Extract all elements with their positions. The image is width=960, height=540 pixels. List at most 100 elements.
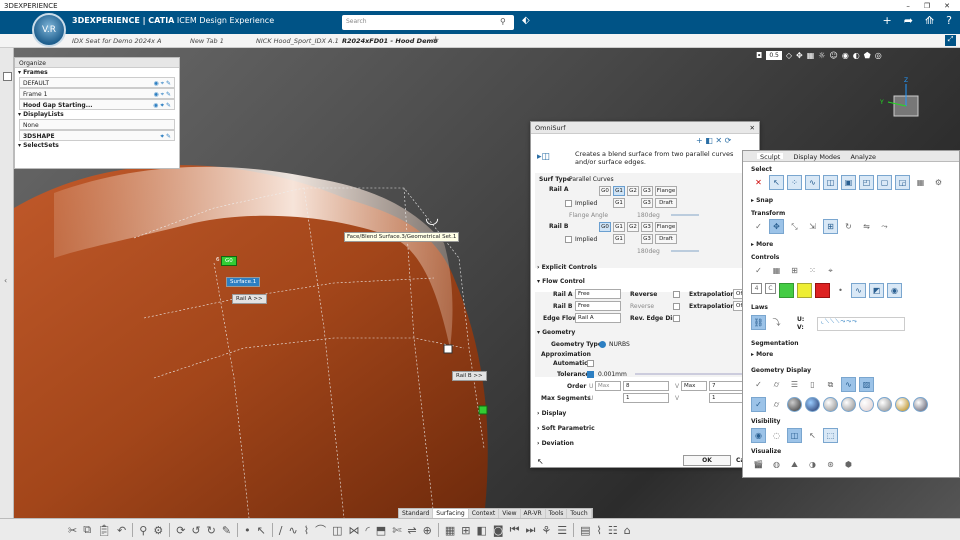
rail-a-angle-slider[interactable]: [671, 214, 699, 216]
select-region-icon[interactable]: ◲: [895, 175, 910, 190]
gd-blue-sphere-icon[interactable]: [805, 397, 820, 412]
collapse-left-icon[interactable]: ‹: [4, 276, 7, 285]
gd-silver-sphere-icon[interactable]: [841, 397, 856, 412]
tab-nick-hood[interactable]: NICK Hood_Sport_IDX A.1: [256, 37, 339, 45]
rail-b-implied-g3[interactable]: G3: [641, 234, 653, 244]
selectsets-section[interactable]: ▾ SelectSets: [15, 141, 179, 150]
controls-yellow-icon[interactable]: [797, 283, 812, 298]
viz-target-icon[interactable]: ⊛: [823, 457, 838, 472]
viz-shape-icon[interactable]: ⬢: [841, 457, 856, 472]
surface-label[interactable]: Surface.1: [226, 277, 261, 287]
shade-icon[interactable]: ◐: [853, 51, 860, 60]
organize-header[interactable]: Organize: [15, 58, 179, 68]
gd-cylinder-icon[interactable]: ⌭: [769, 377, 784, 392]
tab-view[interactable]: View: [499, 509, 521, 518]
rail-a-g2[interactable]: G2: [627, 186, 639, 196]
grid-icon[interactable]: ▦: [807, 51, 815, 60]
copy-icon[interactable]: ⧉: [83, 523, 91, 537]
scale-icon[interactable]: ⇲: [805, 219, 820, 234]
arc-icon[interactable]: ⌒: [315, 522, 326, 538]
rail-b-angle-slider[interactable]: [671, 250, 699, 252]
rail-b-g1[interactable]: G1: [613, 222, 625, 232]
undo-icon[interactable]: ↶: [117, 524, 126, 537]
dialog-tools-icon[interactable]: + ◧ ✕ ⟳: [696, 136, 731, 145]
select-box-icon[interactable]: ▢: [877, 175, 892, 190]
controls-green-icon[interactable]: [779, 283, 794, 298]
face-icon[interactable]: ☺: [829, 51, 837, 60]
order-u-mode[interactable]: Max: [595, 381, 621, 391]
rail-b-label[interactable]: Rail B >>: [452, 371, 487, 381]
list-icon[interactable]: ☰: [557, 524, 567, 537]
broadcast-icon[interactable]: ⟰: [925, 14, 934, 27]
controls-count-v[interactable]: C: [765, 283, 776, 294]
tab-tools[interactable]: Tools: [546, 509, 568, 518]
controls-points-icon[interactable]: ⁙: [805, 263, 820, 278]
viz-scene-icon[interactable]: ⛰: [787, 457, 802, 472]
tree-icon[interactable]: ⚘: [541, 524, 551, 537]
add-icon[interactable]: +: [883, 14, 892, 27]
render-icon[interactable]: ◉: [842, 51, 849, 60]
select-pointer-icon[interactable]: ↖: [769, 175, 784, 190]
g0-badge[interactable]: G0: [221, 256, 237, 266]
undo-arrow-icon[interactable]: ↺: [191, 524, 200, 537]
automatic-checkbox[interactable]: [587, 360, 594, 367]
help-icon[interactable]: ?: [946, 14, 952, 27]
explicit-controls-section[interactable]: › Explicit Controls: [537, 264, 597, 271]
close-icon[interactable]: ✕: [750, 124, 755, 132]
tab-surfacing[interactable]: Surfacing: [433, 509, 469, 518]
displaylists-section[interactable]: ▾ DisplayLists: [15, 110, 179, 119]
tab-sculpt[interactable]: Sculpt: [757, 153, 784, 161]
flow-control-section[interactable]: ▾ Flow Control: [537, 278, 585, 285]
rail-a-flange[interactable]: Flange: [655, 186, 677, 196]
tab-touch[interactable]: Touch: [567, 509, 592, 518]
fit-icon[interactable]: ◇: [786, 51, 792, 60]
target-icon[interactable]: ⊕: [423, 524, 432, 537]
segments-u-field[interactable]: 1: [623, 393, 669, 403]
rail-a-g3[interactable]: G3: [641, 186, 653, 196]
select-edge-icon[interactable]: ◰: [859, 175, 874, 190]
rail-b-g0[interactable]: G0: [599, 222, 611, 232]
order-u-field[interactable]: 8: [623, 381, 669, 391]
rail-b-draft[interactable]: Draft: [655, 234, 677, 244]
rail-a-draft[interactable]: Draft: [655, 198, 677, 208]
gd-copy-icon[interactable]: ⧉: [823, 377, 838, 392]
rail-a-implied-g1[interactable]: G1: [613, 198, 625, 208]
bend-icon[interactable]: ⤳: [877, 219, 892, 234]
controls-dot-icon[interactable]: •: [833, 283, 848, 298]
frame-row[interactable]: Frame 1 ◉ ⌖ ✎: [19, 88, 175, 99]
controls-mesh-icon[interactable]: ▦: [769, 263, 784, 278]
tolerance-value[interactable]: 0.001mm: [598, 371, 627, 378]
vis-select-icon[interactable]: ⬚: [823, 428, 838, 443]
mesh-icon[interactable]: ⊞: [461, 524, 470, 537]
grid-icon[interactable]: ▦: [445, 524, 455, 537]
display-section[interactable]: › Display: [537, 410, 566, 417]
displaylist-row[interactable]: None: [19, 119, 175, 130]
controls-surface-icon[interactable]: ◩: [869, 283, 884, 298]
refresh-icon[interactable]: ⟳: [176, 524, 185, 537]
rail-b-flange[interactable]: Flange: [655, 222, 677, 232]
search-input[interactable]: Search: [342, 15, 514, 30]
eye-icon[interactable]: ◎: [875, 51, 882, 60]
confirm-icon[interactable]: ✓: [751, 219, 766, 234]
rail-a-label[interactable]: Rail A >>: [232, 294, 267, 304]
select-face-icon[interactable]: ▣: [841, 175, 856, 190]
tab-standard[interactable]: Standard: [399, 509, 434, 518]
tolerance-checkbox[interactable]: [587, 371, 594, 378]
gd-chrome-sphere-icon[interactable]: [877, 397, 892, 412]
cut-icon[interactable]: ✂: [68, 524, 77, 537]
layers-icon[interactable]: ☷: [608, 524, 618, 537]
rail-a-reverse-checkbox[interactable]: [673, 291, 680, 298]
tab-new-tab-1[interactable]: New Tab 1: [190, 37, 224, 45]
camera-icon[interactable]: ◘: [756, 51, 762, 60]
rewind-icon[interactable]: ⏮: [510, 523, 520, 537]
edit-icon[interactable]: ✎: [222, 524, 231, 537]
tolerance-slider[interactable]: [635, 373, 747, 375]
select-filter-icon[interactable]: ⚙: [931, 175, 946, 190]
rail-b-implied-g1[interactable]: G1: [613, 234, 625, 244]
gd-stack-icon[interactable]: ☰: [787, 377, 802, 392]
pointer-icon[interactable]: ↖: [537, 457, 544, 466]
blend-icon[interactable]: ⋈: [349, 524, 360, 537]
geometry-section[interactable]: ▾ Geometry: [537, 329, 575, 336]
deselect-icon[interactable]: ✕: [751, 175, 766, 190]
move-icon[interactable]: ✥: [769, 219, 784, 234]
